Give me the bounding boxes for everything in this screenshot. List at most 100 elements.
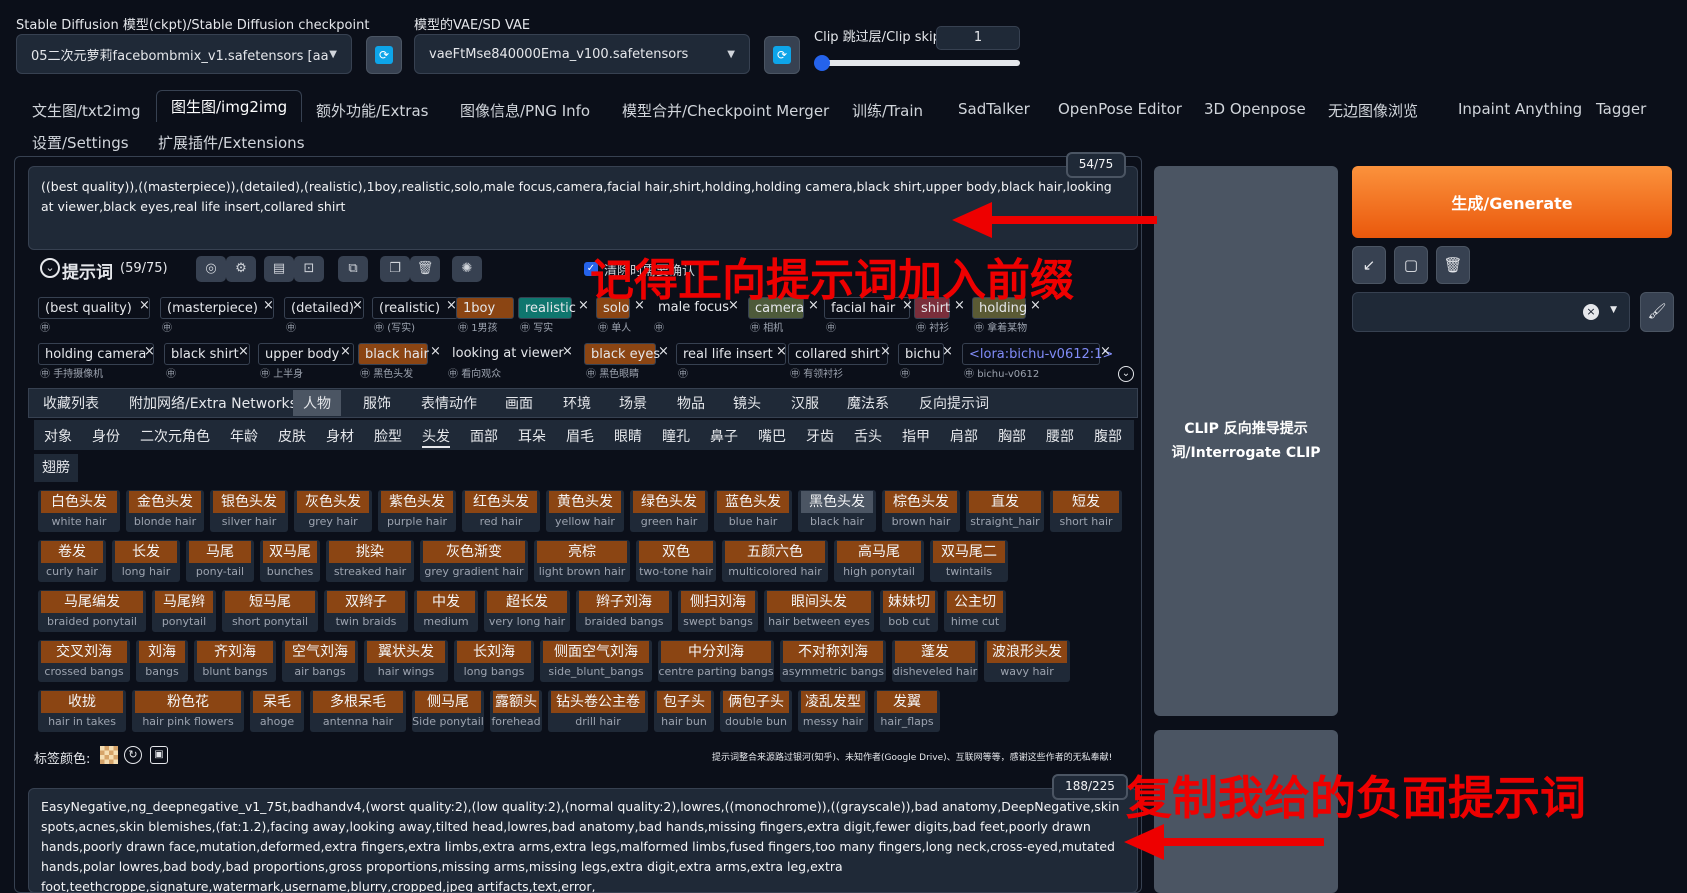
close-icon[interactable]: × — [139, 298, 150, 313]
tag-button[interactable]: 翼状头发 hair wings — [364, 640, 448, 682]
subtab[interactable]: 二次元角色 — [140, 426, 210, 446]
subtab[interactable]: 身份 — [92, 426, 120, 446]
tag-button[interactable]: 白色头发 white hair — [38, 490, 120, 532]
ckpt-select[interactable]: 05二次元萝莉facebombmix_v1.safetensors [aa ▼ — [16, 34, 352, 74]
tag-button[interactable]: 马尾辫 ponytail — [152, 590, 216, 632]
tag-button[interactable]: 黑色头发 black hair — [798, 490, 876, 532]
subtab[interactable]: 身材 — [326, 426, 354, 446]
subtab[interactable]: 鼻子 — [710, 426, 738, 446]
subtab[interactable]: 舌头 — [854, 426, 882, 446]
tag-button[interactable]: 银色头发 silver hair — [210, 490, 288, 532]
reset-icon[interactable]: ↻ — [124, 746, 142, 764]
close-icon[interactable]: × — [144, 344, 155, 359]
subtab[interactable]: 瞳孔 — [662, 426, 690, 446]
close-icon[interactable]: × — [430, 344, 441, 359]
tag-button[interactable]: 五颜六色 multicolored hair — [722, 540, 828, 582]
subtab[interactable]: 皮肤 — [278, 426, 306, 446]
tag-button[interactable]: 眼间头发 hair between eyes — [764, 590, 874, 632]
close-icon[interactable]: × — [1100, 344, 1111, 359]
subtab[interactable]: 指甲 — [902, 426, 930, 446]
clip-skip-slider[interactable] — [816, 60, 1020, 66]
subtab[interactable]: 腹部 — [1094, 426, 1122, 446]
negative-prompt-textarea[interactable]: EasyNegative,ng_deepnegative_v1_75t,badh… — [28, 788, 1138, 893]
close-icon[interactable]: × — [562, 344, 573, 359]
expand-icon[interactable]: ⌄ — [1118, 366, 1134, 382]
interrogate-clip-button[interactable]: CLIP 反向推导提示词/Interrogate CLIP — [1154, 166, 1338, 716]
tag-button[interactable]: 中发 medium hair — [414, 590, 478, 632]
tag-button[interactable]: 公主切 hime cut — [944, 590, 1006, 632]
palette-icon[interactable] — [100, 746, 118, 764]
vae-select[interactable]: vaeFtMse840000Ema_v100.safetensors ▼ — [414, 34, 750, 74]
tag-button[interactable]: 超长发 very long hair — [484, 590, 570, 632]
slider-handle[interactable] — [814, 55, 830, 71]
vae-refresh-button[interactable]: ⟳ — [764, 36, 800, 74]
tag-button[interactable]: 空气刘海 air bangs — [282, 640, 358, 682]
close-icon[interactable]: × — [340, 344, 351, 359]
tag-button[interactable]: 发翼 hair_flaps — [874, 690, 940, 732]
tag-button[interactable]: 辫子刘海 braided bangs — [576, 590, 672, 632]
tab-clothing[interactable]: 服饰 — [363, 393, 391, 413]
subtab[interactable]: 眉毛 — [566, 426, 594, 446]
close-icon[interactable]: × — [352, 298, 363, 313]
tag-button[interactable]: 妹妹切 bob cut — [880, 590, 938, 632]
tab-extensions[interactable]: 扩展插件/Extensions — [158, 132, 305, 153]
tab-settings[interactable]: 设置/Settings — [32, 132, 129, 153]
tab-sadtalker[interactable]: SadTalker — [958, 100, 1030, 118]
brush-icon[interactable]: 🖌 — [1640, 292, 1674, 332]
tag-button[interactable]: 灰色渐变 grey gradient hair — [420, 540, 528, 582]
trash-icon[interactable]: 🗑 — [410, 256, 440, 282]
save-icon[interactable]: ▣ — [150, 746, 168, 764]
ckpt-refresh-button[interactable]: ⟳ — [366, 36, 402, 74]
tab-hanfu[interactable]: 汉服 — [791, 393, 819, 413]
tab-inpaint-anything[interactable]: Inpaint Anything — [1458, 100, 1582, 118]
arrow-icon[interactable]: ↙ — [1352, 246, 1386, 284]
tag-button[interactable]: 双色 two-tone hair — [636, 540, 716, 582]
tag-button[interactable]: 长发 long hair — [112, 540, 180, 582]
close-icon[interactable]: × — [578, 298, 589, 313]
tab-frame[interactable]: 画面 — [505, 393, 533, 413]
tab-img2img[interactable]: 图生图/img2img — [156, 90, 303, 122]
tag-button[interactable]: 交叉刘海 crossed bangs — [38, 640, 130, 682]
openai-icon[interactable]: ✺ — [452, 256, 482, 282]
tab-image-browser[interactable]: 无边图像浏览 — [1328, 100, 1418, 121]
square-icon[interactable]: ▢ — [1394, 246, 1428, 284]
tag-button[interactable]: 蓬发 disheveled hair — [892, 640, 978, 682]
tag-button[interactable]: 钻头卷公主卷 drill hair — [548, 690, 648, 732]
tag-button[interactable]: 高马尾 high ponytail — [834, 540, 924, 582]
tab-png-info[interactable]: 图像信息/PNG Info — [460, 100, 590, 121]
tab-expression[interactable]: 表情动作 — [421, 393, 477, 413]
tab-scene[interactable]: 场景 — [619, 393, 647, 413]
tag-button[interactable]: 侧马尾 Side ponytail — [412, 690, 484, 732]
clear-icon[interactable]: × — [1583, 304, 1599, 320]
tag-button[interactable]: 长刘海 long bangs — [454, 640, 534, 682]
styles-dropdown[interactable]: × ▼ — [1352, 292, 1630, 332]
gear-icon[interactable]: ⚙ — [226, 256, 256, 282]
tag-button[interactable]: 挑染 streaked hair — [326, 540, 414, 582]
subtab[interactable]: 腰部 — [1046, 426, 1074, 446]
tag-button[interactable]: 金色头发 blonde hair — [126, 490, 204, 532]
subtab[interactable]: 胸部 — [998, 426, 1026, 446]
collapse-icon[interactable]: ⌄ — [40, 258, 60, 278]
close-icon[interactable]: × — [238, 344, 249, 359]
tag-button[interactable]: 侧面空气刘海 side_blunt_bangs — [540, 640, 652, 682]
tag-button[interactable]: 短马尾 short ponytail — [222, 590, 318, 632]
tag-button[interactable]: 亮棕 light brown hair — [534, 540, 630, 582]
tab-tagger[interactable]: Tagger — [1596, 100, 1646, 118]
tag-button[interactable]: 蓝色头发 blue hair — [714, 490, 792, 532]
subtab[interactable]: 嘴巴 — [758, 426, 786, 446]
tag-button[interactable]: 灰色头发 grey hair — [294, 490, 372, 532]
tab-extras[interactable]: 额外功能/Extras — [316, 100, 428, 121]
tag-button[interactable]: 卷发 curly hair — [38, 540, 106, 582]
tag-button[interactable]: 红色头发 red hair — [462, 490, 540, 532]
tab-txt2img[interactable]: 文生图/txt2img — [32, 100, 141, 121]
tag-button[interactable]: 黄色头发 yellow hair — [546, 490, 624, 532]
close-icon[interactable]: × — [658, 344, 669, 359]
subtab[interactable]: 脸型 — [374, 426, 402, 446]
subtab[interactable]: 耳朵 — [518, 426, 546, 446]
subtab-hair[interactable]: 头发 — [422, 426, 450, 448]
tag-button[interactable]: 多根呆毛 antenna hair — [310, 690, 406, 732]
tab-train[interactable]: 训练/Train — [852, 100, 923, 121]
tag-button[interactable]: 马尾编发 braided ponytail — [38, 590, 146, 632]
tag-button[interactable]: 紫色头发 purple hair — [378, 490, 456, 532]
close-icon[interactable]: × — [880, 344, 891, 359]
